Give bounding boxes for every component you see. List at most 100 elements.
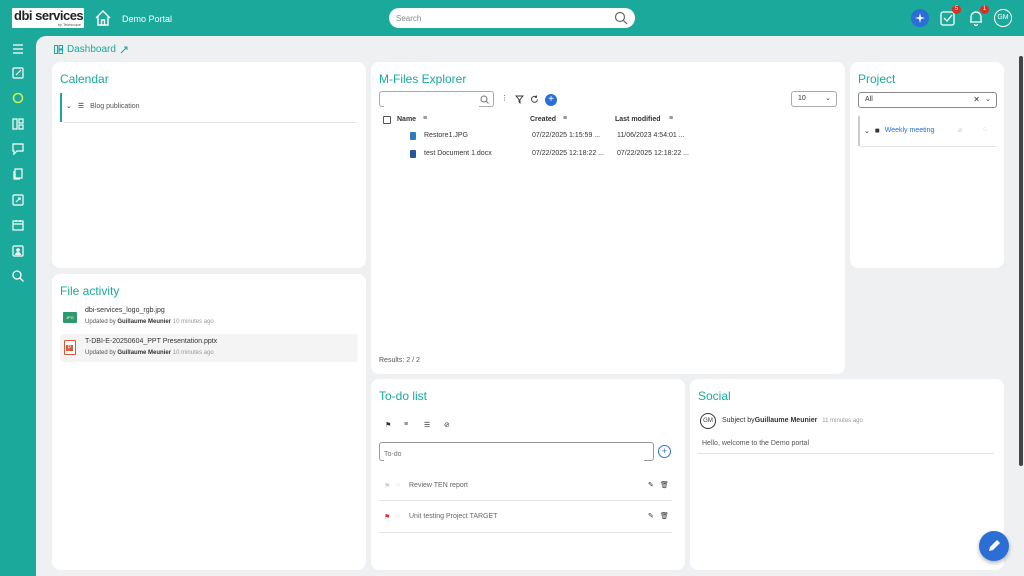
todo-title: To-do list (379, 389, 428, 403)
column-name[interactable]: Name (397, 116, 416, 123)
file-name[interactable]: T-DBI-E-20250604_PPT Presentation.pptx (85, 338, 217, 345)
checkbox-circle-icon[interactable]: ○ (396, 482, 400, 489)
hide-icon[interactable]: ⊘ (444, 421, 450, 429)
page-size-value: 10 (798, 95, 806, 102)
project-item-label[interactable]: Weekly meeting (885, 127, 935, 134)
filter-icon[interactable] (515, 95, 524, 104)
todo-divider (379, 532, 672, 533)
sidebar-search-icon[interactable] (11, 269, 25, 283)
pencil-icon[interactable]: ✎ (648, 512, 654, 520)
calendar-item-label: Blog publication (90, 102, 140, 110)
flag-icon[interactable]: ⚑ (384, 513, 390, 521)
edit-icon[interactable] (11, 66, 25, 80)
assistant-icon[interactable] (911, 9, 929, 27)
table-row[interactable]: test Document 1.docx 07/22/2025 12:18:22… (371, 146, 845, 162)
updated-time: 10 minutes ago (172, 319, 214, 325)
calendar-icon[interactable] (11, 218, 25, 232)
documents-icon[interactable] (11, 167, 25, 181)
refresh-icon[interactable] (530, 95, 539, 104)
flag-icon[interactable]: ⚑ (384, 482, 390, 490)
notifications-button[interactable]: 1 (967, 5, 989, 27)
pencil-icon[interactable]: ✎ (648, 481, 654, 489)
avatar[interactable]: GM (700, 413, 716, 429)
mfiles-search[interactable] (379, 91, 494, 111)
checkbox-circle-icon[interactable]: ○ (396, 513, 400, 520)
page-scrollbar[interactable] (1019, 56, 1023, 466)
column-modified[interactable]: Last modified (615, 116, 661, 123)
updated-by-user: Guillaume Meunier (117, 319, 172, 325)
menu-icon[interactable] (11, 42, 25, 56)
row-created: 07/22/2025 1:15:59 ... (532, 132, 601, 139)
list-icon[interactable]: ☰ (424, 421, 430, 429)
page-size-select[interactable]: 10 ⌄ (791, 91, 837, 107)
search-input[interactable] (396, 8, 606, 29)
post-message: Hello, welcome to the Demo portal (702, 440, 809, 447)
pencil-icon (989, 540, 1000, 551)
file-activity-item[interactable]: JPG dbi-services_logo_rgb.jpg Updated by… (60, 305, 358, 332)
file-icon (410, 150, 416, 158)
add-icon[interactable]: + (545, 94, 557, 106)
search-icon[interactable] (614, 11, 628, 25)
flag-filter-icon[interactable]: ⚑ (385, 421, 391, 429)
user-avatar[interactable]: GM (994, 9, 1012, 27)
trash-icon[interactable]: 🗑 (660, 481, 669, 489)
chat-icon[interactable] (11, 142, 25, 156)
calendar-accent (60, 93, 62, 122)
dashboard-grid-icon (54, 45, 63, 54)
project-filter[interactable]: All ✕ ⌄ (858, 92, 997, 108)
more-options-icon[interactable]: ⋮ (501, 94, 508, 102)
brand-logo[interactable]: dbi services by Telescope (12, 8, 84, 28)
trash-icon[interactable]: 🗑 (660, 512, 669, 520)
sidebar (0, 36, 36, 576)
project-title: Project (858, 72, 896, 86)
mfiles-search-input[interactable] (384, 96, 479, 111)
todo-item[interactable]: ⚑ ○ Unit testing Project TARGET ✎ 🗑 (379, 508, 672, 528)
social-title: Social (698, 389, 731, 403)
chevron-down-icon[interactable]: ⌄ (66, 102, 72, 110)
subject-user[interactable]: Guillaume Meunier (755, 417, 818, 424)
file-activity-item[interactable]: P T-DBI-E-20250604_PPT Presentation.pptx… (60, 334, 358, 362)
file-name[interactable]: dbi-services_logo_rgb.jpg (85, 307, 165, 314)
tasks-button[interactable]: 5 (939, 5, 961, 27)
todo-input[interactable] (384, 446, 644, 463)
file-activity-title: File activity (60, 284, 120, 298)
dashboard-icon[interactable] (11, 117, 25, 131)
sort-icon[interactable]: ≡ (423, 115, 427, 122)
todo-item[interactable]: ⚑ ○ Review TEN report ✎ 🗑 (379, 477, 672, 497)
sort-icon[interactable]: ≡ (404, 421, 408, 428)
link-icon[interactable] (120, 46, 128, 54)
contacts-icon[interactable] (11, 244, 25, 258)
rocket-icon[interactable] (11, 193, 25, 207)
todo-label: Review TEN report (409, 482, 469, 489)
status-circle-icon[interactable] (11, 91, 25, 105)
column-created[interactable]: Created (530, 116, 556, 123)
global-search[interactable] (389, 8, 635, 29)
status-icon[interactable]: ○ (983, 126, 987, 133)
sort-icon[interactable]: ≡ (563, 115, 567, 122)
row-name[interactable]: test Document 1.docx (424, 150, 492, 157)
file-icon (410, 132, 416, 140)
top-bar: dbi services by Telescope Demo Portal 5 … (0, 0, 1024, 36)
sort-icon[interactable]: ≡ (669, 115, 673, 122)
project-item[interactable]: ⌄ ■ Weekly meeting (864, 126, 934, 135)
attachment-icon[interactable]: ⌀ (958, 126, 962, 134)
row-name[interactable]: Restore1.JPG (424, 132, 468, 139)
table-row[interactable]: Restore1.JPG 07/22/2025 1:15:59 ... 11/0… (371, 128, 845, 144)
updated-time: 10 minutes ago (172, 350, 214, 356)
search-icon[interactable] (480, 95, 489, 104)
todo-input-field[interactable] (379, 442, 654, 463)
chevron-down-icon[interactable]: ⌄ (985, 93, 991, 107)
chevron-down-icon[interactable]: ⌄ (864, 127, 870, 135)
chevron-down-icon: ⌄ (825, 95, 831, 102)
results-count: Results: 2 / 2 (379, 357, 420, 364)
logo-subtext: by Telescope (57, 22, 81, 27)
portal-name[interactable]: Demo Portal (122, 14, 172, 24)
calendar-item[interactable]: ⌄ ☰ Blog publication (66, 102, 140, 111)
bell-badge: 1 (980, 5, 989, 14)
project-divider (860, 146, 996, 147)
clear-icon[interactable]: ✕ (973, 93, 980, 107)
select-all-checkbox[interactable] (383, 116, 391, 124)
add-todo-button[interactable]: + (658, 445, 671, 458)
home-icon[interactable] (94, 9, 112, 27)
compose-button[interactable] (979, 531, 1009, 561)
